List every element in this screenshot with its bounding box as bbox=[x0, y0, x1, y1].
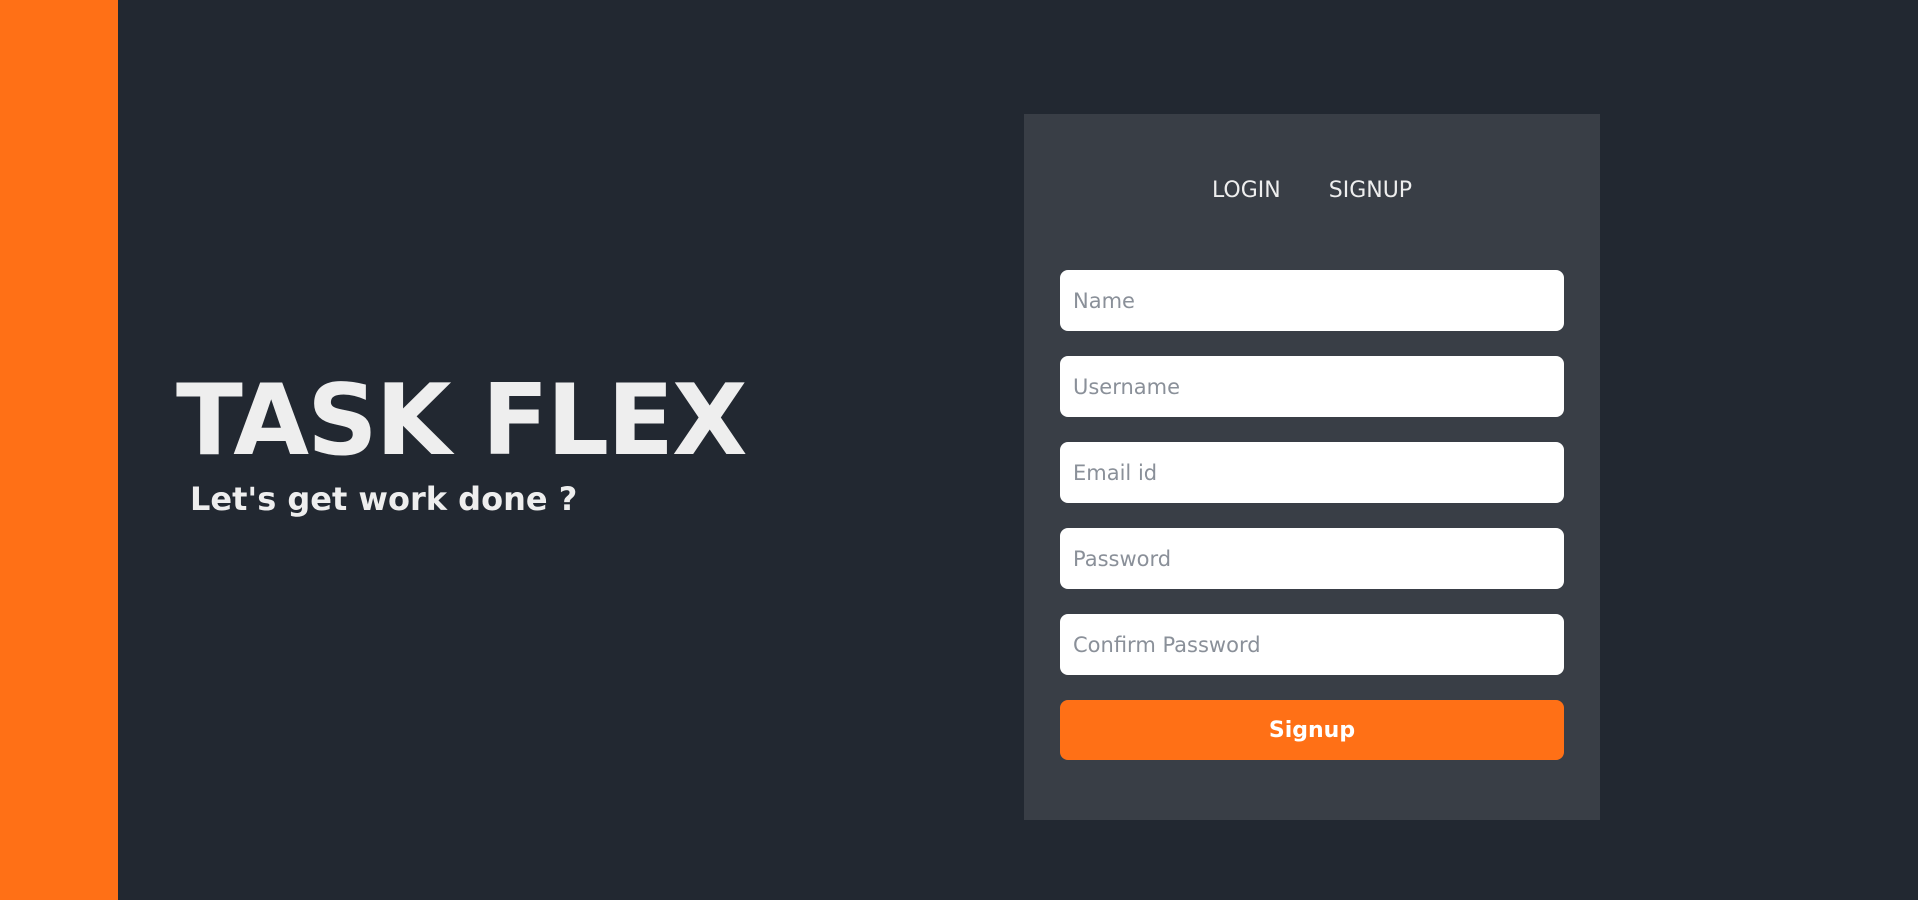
tab-signup[interactable]: SIGNUP bbox=[1329, 178, 1412, 203]
signup-form: Signup bbox=[1060, 270, 1564, 760]
auth-tabs: LOGIN SIGNUP bbox=[1024, 178, 1600, 203]
auth-card: LOGIN SIGNUP Signup bbox=[1024, 114, 1600, 820]
password-field[interactable] bbox=[1060, 528, 1564, 589]
username-field[interactable] bbox=[1060, 356, 1564, 417]
tab-login[interactable]: LOGIN bbox=[1212, 178, 1281, 203]
signup-button[interactable]: Signup bbox=[1060, 700, 1564, 760]
brand-tagline: Let's get work done ? bbox=[190, 480, 578, 518]
accent-sidebar-stripe bbox=[0, 0, 118, 900]
confirm-password-field[interactable] bbox=[1060, 614, 1564, 675]
brand-section: TASK FLEX Let's get work done ? bbox=[176, 364, 748, 518]
brand-title: TASK FLEX bbox=[176, 364, 748, 478]
email-field[interactable] bbox=[1060, 442, 1564, 503]
name-field[interactable] bbox=[1060, 270, 1564, 331]
